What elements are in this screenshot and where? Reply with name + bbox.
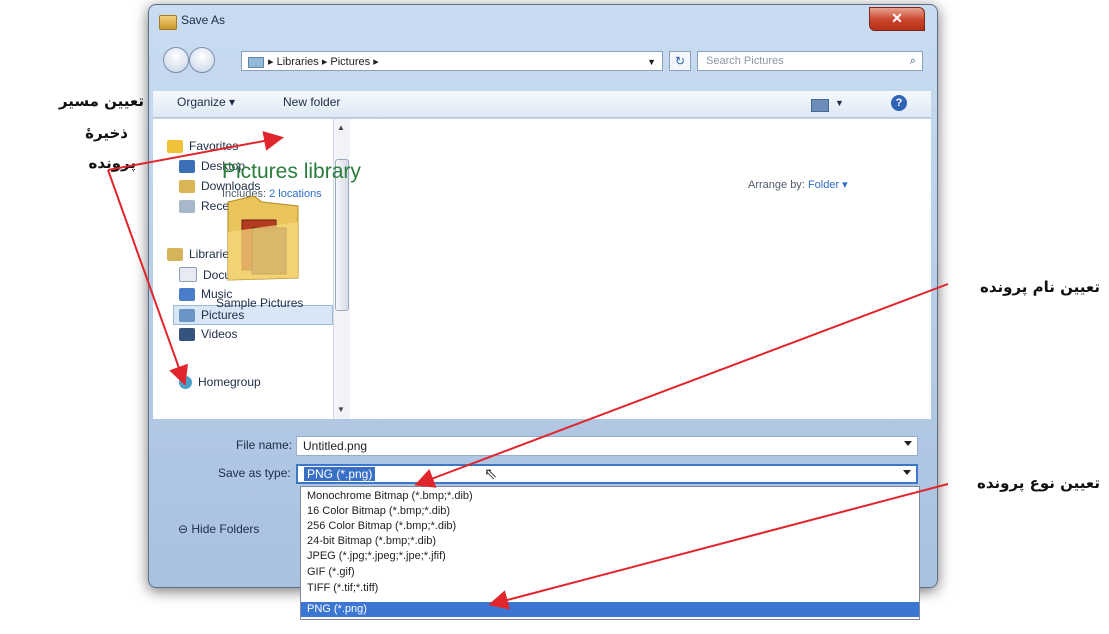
annotation-arrows [107, 131, 949, 610]
arrow-path-to-nav [107, 131, 284, 171]
arrow-filename [414, 283, 949, 488]
arrow-path-to-homegroup [107, 169, 189, 386]
arrow-filetype [488, 483, 949, 610]
